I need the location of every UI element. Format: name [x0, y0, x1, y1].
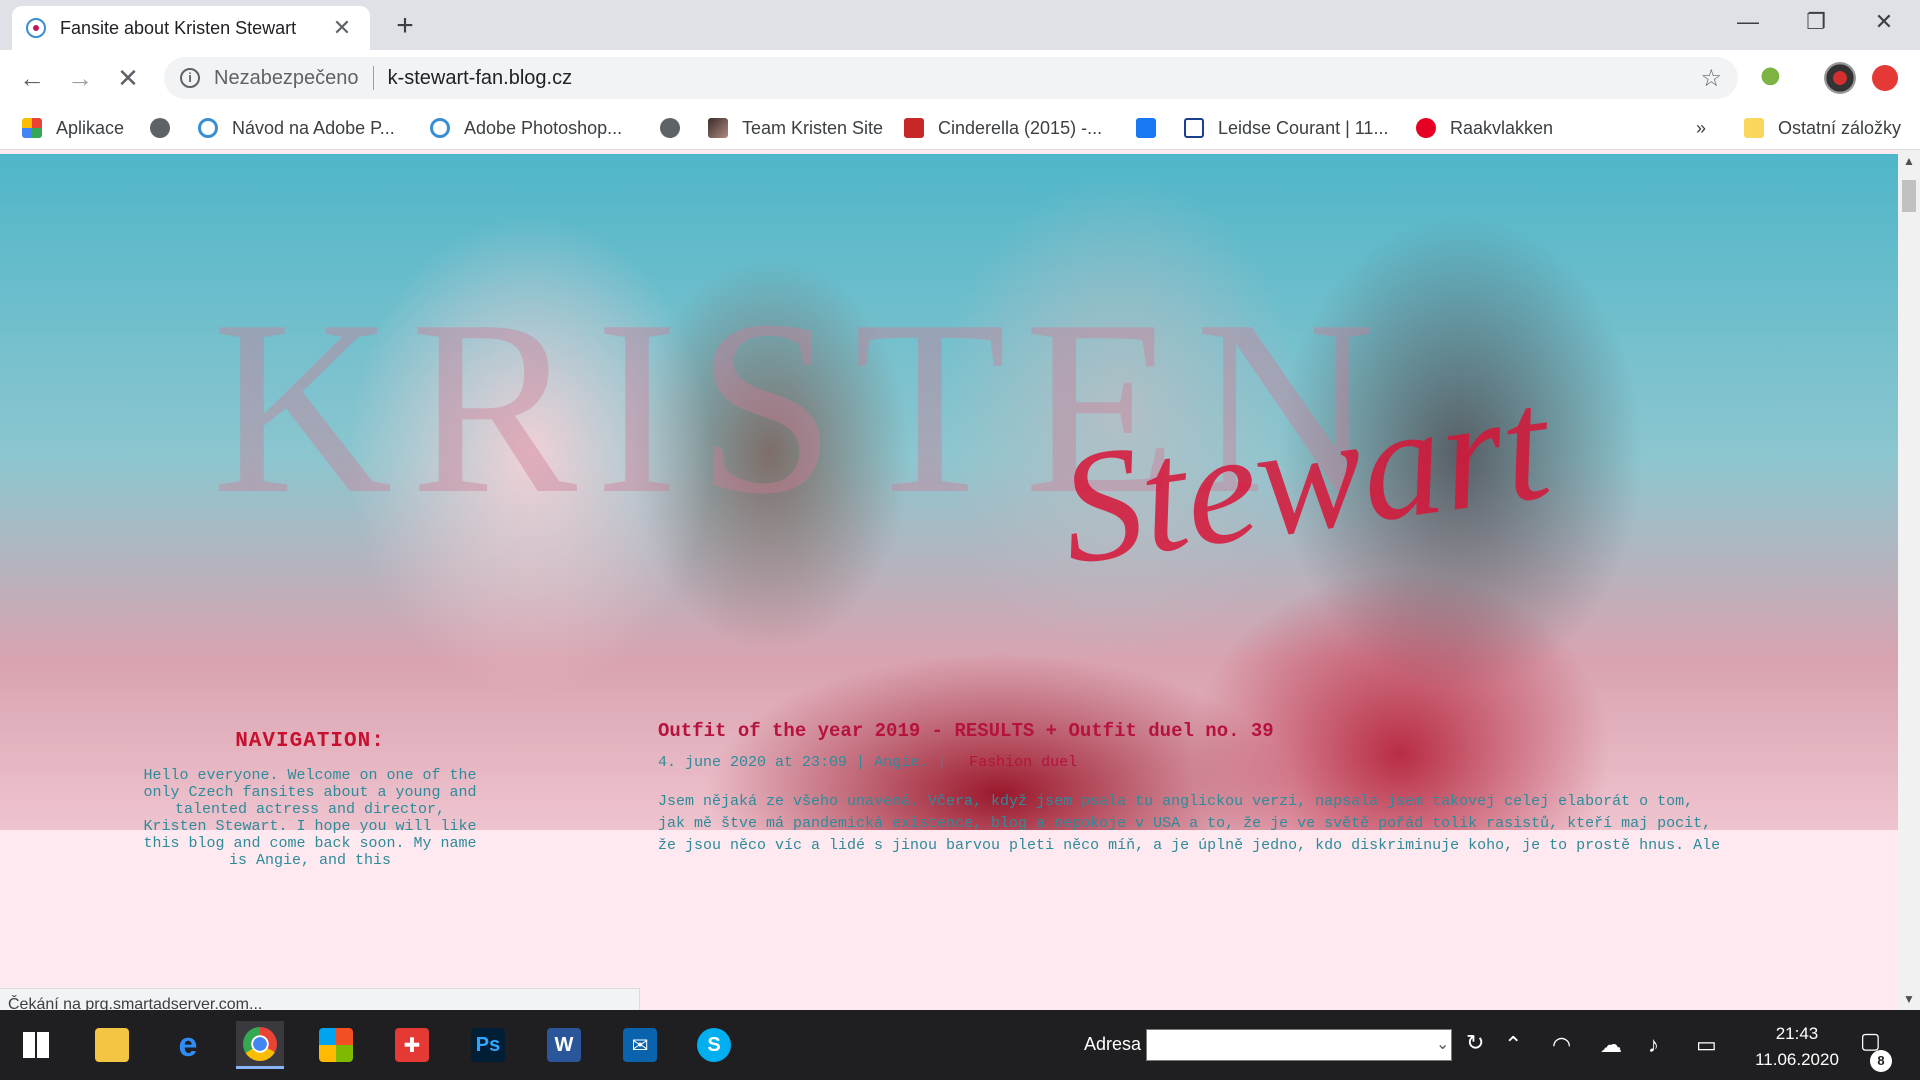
meta-separator: |: [856, 754, 875, 771]
tab-active[interactable]: Fansite about Kristen Stewart ✕: [12, 6, 370, 50]
address-toolbar-input[interactable]: [1146, 1029, 1452, 1061]
scroll-thumb[interactable]: [1902, 180, 1916, 212]
bookmark-adobe-photoshop[interactable]: Adobe Photoshop...: [430, 114, 622, 142]
start-button[interactable]: [12, 1021, 60, 1069]
bookmark-globe-2[interactable]: [660, 114, 680, 142]
bookmark-other[interactable]: Ostatní záložky: [1744, 114, 1901, 142]
apps-grid-icon: [22, 118, 42, 138]
store-icon: [319, 1028, 353, 1062]
stop-loading-button[interactable]: ✕: [108, 58, 148, 98]
clock-time[interactable]: 21:43: [1752, 1024, 1842, 1044]
back-button[interactable]: ←: [12, 58, 52, 98]
globe-icon: [660, 118, 680, 138]
address-bar[interactable]: i Nezabezpečeno k-stewart-fan.blog.cz ☆: [164, 57, 1738, 99]
article-author[interactable]: Angie.: [874, 754, 928, 771]
taskbar-chrome[interactable]: [236, 1021, 284, 1069]
article-category-link[interactable]: Fashion duel: [969, 754, 1077, 771]
info-icon[interactable]: i: [180, 68, 200, 88]
taskbar-word[interactable]: W: [540, 1021, 588, 1069]
battery-icon[interactable]: ▭: [1696, 1032, 1717, 1058]
url-text[interactable]: k-stewart-fan.blog.cz: [388, 67, 1701, 90]
article-date: 4. june 2020 at 23:09: [658, 754, 848, 771]
folder-icon: [95, 1028, 129, 1062]
new-tab-button[interactable]: +: [388, 10, 422, 44]
bookmark-leidse-courant[interactable]: Leidse Courant | 11...: [1184, 114, 1388, 142]
facebook-icon: [1136, 118, 1156, 138]
taskbar-photoshop[interactable]: Ps: [464, 1021, 512, 1069]
taskbar-file-explorer[interactable]: [88, 1021, 136, 1069]
tab-strip: Fansite about Kristen Stewart ✕ + — ❐ ✕: [0, 0, 1920, 50]
update-alert-icon[interactable]: [1872, 65, 1898, 91]
blog-favicon-icon: [430, 118, 450, 138]
sidebar-navigation: NAVIGATION: Hello everyone. Welcome on o…: [140, 730, 480, 869]
red-f-favicon-icon: [904, 118, 924, 138]
gift-icon: ✚: [395, 1028, 429, 1062]
site-favicon-icon: [26, 18, 46, 38]
extension-check-icon[interactable]: [1756, 62, 1788, 94]
page-viewport: KRISTEN Stewart: [0, 150, 1898, 1010]
windows-taskbar: e ✚ Ps W ✉ S Adresa ⌄ ↻ ⌃ ◠ ☁ ♪ ▭ 21:43 …: [0, 1010, 1920, 1080]
edge-icon: e: [178, 1025, 198, 1064]
article: Outfit of the year 2019 - RESULTS + Outf…: [658, 720, 1728, 857]
blog-favicon-icon: [198, 118, 218, 138]
clock-date[interactable]: 11.06.2020: [1740, 1050, 1854, 1070]
page-scrollbar[interactable]: ▲ ▼: [1898, 150, 1920, 1010]
volume-icon[interactable]: ♪: [1648, 1032, 1659, 1058]
tray-chevron-up-icon[interactable]: ⌃: [1504, 1032, 1522, 1058]
bookmark-globe-1[interactable]: [150, 114, 170, 142]
tab-title: Fansite about Kristen Stewart: [60, 17, 297, 38]
profile-avatar[interactable]: [1824, 62, 1856, 94]
bookmark-adobe-guide[interactable]: Návod na Adobe P...: [198, 114, 395, 142]
address-toolbar-label: Adresa: [1084, 1034, 1142, 1054]
navigation-heading: NAVIGATION:: [235, 730, 385, 753]
taskbar-gift-app[interactable]: ✚: [388, 1021, 436, 1069]
word-icon: W: [547, 1028, 581, 1062]
folder-icon: [1744, 118, 1764, 138]
onedrive-cloud-icon[interactable]: ☁: [1600, 1032, 1622, 1058]
meta-separator: |: [937, 754, 956, 771]
document-icon: [1184, 118, 1204, 138]
article-title[interactable]: Outfit of the year 2019 - RESULTS + Outf…: [658, 720, 1728, 742]
url-separator: [372, 66, 374, 90]
globe-icon: [150, 118, 170, 138]
notification-count-badge: 8: [1870, 1050, 1892, 1072]
security-label[interactable]: Nezabezpečeno: [214, 67, 359, 90]
taskbar-mail[interactable]: ✉: [616, 1021, 664, 1069]
bookmark-apps[interactable]: Aplikace: [22, 114, 124, 142]
bookmarks-overflow-button[interactable]: »: [1696, 114, 1706, 142]
taskbar-skype[interactable]: S: [690, 1021, 738, 1069]
wifi-icon[interactable]: ◠: [1552, 1032, 1571, 1058]
bookmark-raakvlakken[interactable]: Raakvlakken: [1416, 114, 1553, 142]
taskbar-store[interactable]: [312, 1021, 360, 1069]
bookmarks-bar: Aplikace Návod na Adobe P... Adobe Photo…: [0, 106, 1920, 150]
photoshop-icon: Ps: [471, 1028, 505, 1062]
browser-toolbar: ← → ✕ i Nezabezpečeno k-stewart-fan.blog…: [0, 50, 1920, 106]
address-dropdown-icon[interactable]: ⌄: [1436, 1034, 1449, 1054]
bookmark-star-icon[interactable]: ☆: [1700, 64, 1722, 93]
scroll-up-arrow-icon[interactable]: ▲: [1898, 150, 1920, 172]
article-body: Jsem nějaká ze všeho unavená. Včera, kdy…: [658, 793, 1721, 854]
bookmark-team-kristen[interactable]: Team Kristen Site: [708, 114, 883, 142]
bookmark-cinderella[interactable]: Cinderella (2015) -...: [904, 114, 1102, 142]
chrome-icon: [243, 1026, 277, 1061]
address-refresh-icon[interactable]: ↻: [1466, 1030, 1484, 1056]
image-favicon-icon: [708, 118, 728, 138]
taskbar-edge[interactable]: e: [164, 1021, 212, 1069]
restore-button[interactable]: ❐: [1782, 0, 1850, 44]
bookmark-facebook[interactable]: [1136, 114, 1156, 142]
mail-icon: ✉: [623, 1028, 657, 1062]
close-window-button[interactable]: ✕: [1850, 0, 1918, 44]
minimize-button[interactable]: —: [1714, 0, 1782, 44]
forward-button[interactable]: →: [60, 58, 100, 98]
pinterest-icon: [1416, 118, 1436, 138]
skype-icon: S: [697, 1028, 731, 1062]
article-meta: 4. june 2020 at 23:09 | Angie. | Fashion…: [658, 754, 1728, 771]
windows-logo-icon: [23, 1032, 49, 1058]
navigation-intro-text: Hello everyone. Welcome on one of the on…: [143, 767, 477, 869]
scroll-down-arrow-icon[interactable]: ▼: [1898, 988, 1920, 1010]
tab-close-icon[interactable]: ✕: [328, 15, 356, 41]
